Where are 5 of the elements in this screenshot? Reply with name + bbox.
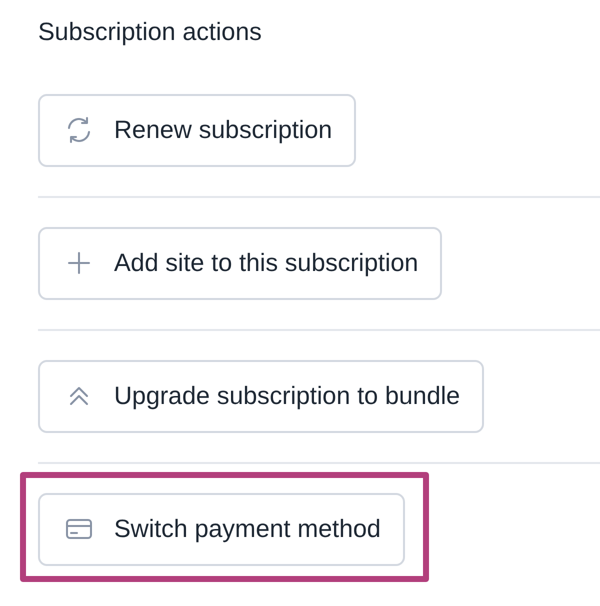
action-button[interactable]: Add site to this subscription	[38, 226, 442, 300]
action-button[interactable]: Upgrade subscription to bundle	[38, 360, 484, 432]
action-button[interactable]: Renew subscription	[38, 94, 356, 166]
section-title: Subscription actions	[38, 17, 263, 48]
action-button[interactable]: Switch payment method	[38, 492, 405, 566]
